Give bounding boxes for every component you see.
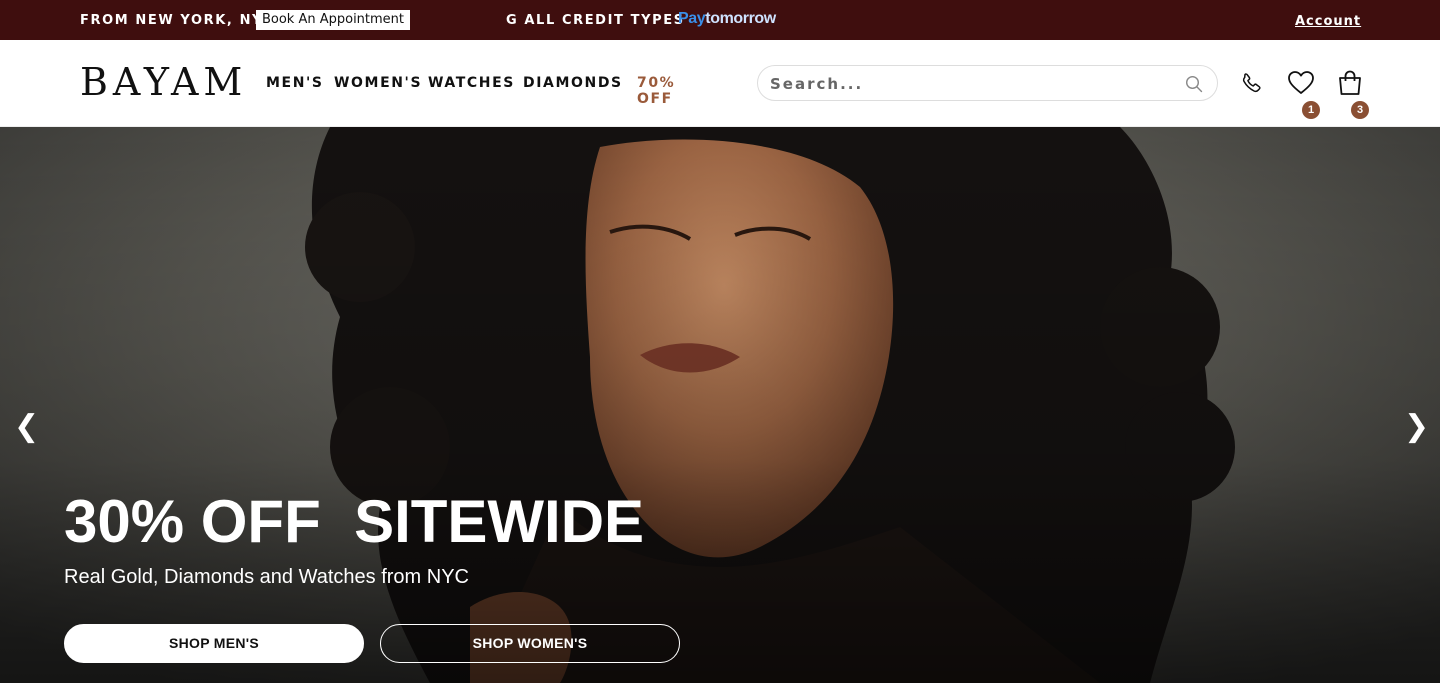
nav-diamonds[interactable]: DIAMONDS (523, 75, 623, 91)
search-bar (757, 65, 1218, 101)
cart-count-badge: 3 (1351, 101, 1369, 119)
account-link[interactable]: Account (1295, 14, 1361, 29)
brand-logo[interactable]: BAYAM (80, 62, 247, 102)
shopping-bag-icon[interactable] (1335, 68, 1365, 98)
search-input[interactable] (770, 72, 1170, 96)
hero-image (0, 127, 1440, 683)
hero-subheadline: Real Gold, Diamonds and Watches from NYC (64, 566, 469, 588)
shop-womens-button[interactable]: SHOP WOMEN'S (380, 624, 680, 663)
paytomorrow-logo: Paytomorrow (678, 10, 776, 27)
chevron-right-icon[interactable]: ❯ (1404, 409, 1429, 444)
heart-icon[interactable] (1286, 68, 1316, 98)
search-icon[interactable] (1185, 75, 1203, 93)
chevron-left-icon[interactable]: ❮ (14, 409, 39, 444)
phone-icon[interactable] (1240, 71, 1264, 95)
site-header: BAYAM MEN'S WOMEN'S WATCHES DIAMONDS 70%… (0, 40, 1440, 127)
nav-womens[interactable]: WOMEN'S (334, 75, 422, 91)
wishlist-count-badge: 1 (1302, 101, 1320, 119)
hero-headline: 30% OFF SITEWIDE (64, 488, 645, 555)
shop-mens-button[interactable]: SHOP MEN'S (64, 624, 364, 663)
nav-sale[interactable]: 70% OFF (637, 75, 675, 107)
location-text: FROM NEW YORK, NY (80, 13, 264, 28)
promo-bar: FROM NEW YORK, NY Book An Appointment G … (0, 0, 1440, 40)
financing-marquee: G ALL CREDIT TYPES (506, 13, 685, 28)
nav-watches[interactable]: WATCHES (428, 75, 515, 91)
nav-mens[interactable]: MEN'S (266, 75, 324, 91)
book-appointment-button[interactable]: Book An Appointment (256, 10, 410, 30)
hero-banner: ❮ ❯ 30% OFF SITEWIDE Real Gold, Diamonds… (0, 127, 1440, 683)
